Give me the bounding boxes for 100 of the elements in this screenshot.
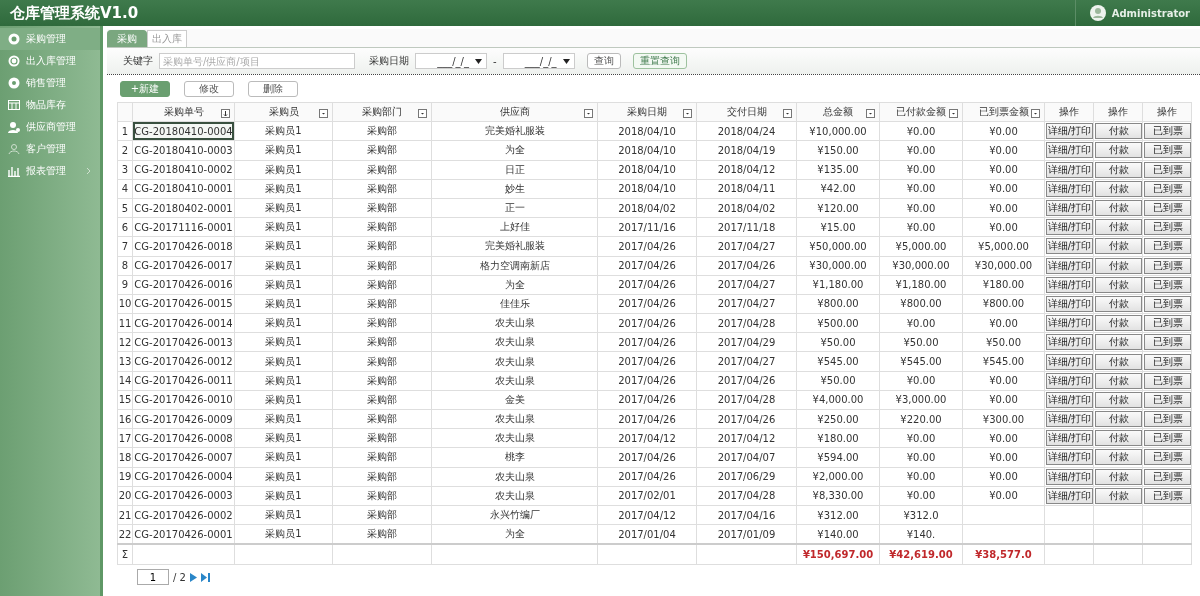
action-button[interactable]: 详细/打印 [1046, 468, 1093, 485]
table-cell: ¥545.00 [962, 351, 1045, 372]
column-header[interactable]: 采购单号 [132, 102, 235, 122]
action-button[interactable]: 已到票 [1144, 411, 1191, 428]
action-button[interactable]: 已到票 [1144, 487, 1191, 504]
action-button[interactable]: 详细/打印 [1046, 295, 1093, 312]
row-number: 4 [117, 179, 133, 199]
filter-icon [783, 109, 792, 119]
next-page-button[interactable] [189, 572, 197, 582]
action-button[interactable]: 详细/打印 [1046, 449, 1093, 466]
table-cell: 日正 [431, 160, 598, 180]
action-button[interactable]: 详细/打印 [1046, 487, 1093, 504]
action-button[interactable]: 付款 [1095, 353, 1142, 370]
action-button[interactable]: 付款 [1095, 123, 1142, 140]
action-button[interactable]: 已到票 [1144, 372, 1191, 389]
action-button[interactable]: 付款 [1095, 372, 1142, 389]
action-button[interactable]: 已到票 [1144, 219, 1191, 236]
action-button[interactable]: 详细/打印 [1046, 142, 1093, 159]
table-cell: ¥180.00 [796, 428, 880, 448]
table-cell: ¥1,180.00 [796, 275, 880, 295]
action-button[interactable]: 付款 [1095, 161, 1142, 178]
action-button[interactable]: 付款 [1095, 468, 1142, 485]
action-button[interactable]: 详细/打印 [1046, 315, 1093, 332]
action-button[interactable]: 已到票 [1144, 315, 1191, 332]
action-button[interactable]: 详细/打印 [1046, 219, 1093, 236]
table-cell: ¥0.00 [879, 428, 963, 448]
table-cell: 采购部 [332, 371, 432, 391]
action-button[interactable]: 详细/打印 [1046, 411, 1093, 428]
table-cell: ¥545.00 [796, 351, 880, 372]
action-button[interactable]: 详细/打印 [1046, 372, 1093, 389]
action-button[interactable]: 详细/打印 [1046, 238, 1093, 255]
action-button[interactable]: 详细/打印 [1046, 430, 1093, 447]
column-header[interactable]: 操作 [1044, 102, 1094, 122]
table-cell: 采购员1 [234, 256, 333, 276]
action-button[interactable]: 详细/打印 [1046, 353, 1093, 370]
action-button[interactable]: 详细/打印 [1046, 391, 1093, 408]
action-button[interactable]: 已到票 [1144, 353, 1191, 370]
action-button[interactable]: 付款 [1095, 487, 1142, 504]
circle-icon [8, 77, 20, 89]
action-button[interactable]: 详细/打印 [1046, 334, 1093, 351]
action-button[interactable]: 付款 [1095, 391, 1142, 408]
user-name[interactable]: Administrator [1111, 7, 1190, 19]
action-button[interactable]: 付款 [1095, 142, 1142, 159]
column-header[interactable]: 总金额 [796, 102, 880, 122]
search-button[interactable]: 查询 [586, 53, 621, 69]
table-cell: 2017/04/26 [597, 313, 697, 333]
last-page-button[interactable] [200, 572, 210, 582]
action-button[interactable]: 付款 [1095, 430, 1142, 447]
action-button[interactable]: 详细/打印 [1046, 200, 1093, 217]
action-button[interactable]: 已到票 [1144, 142, 1191, 159]
column-header[interactable]: 采购部门 [332, 102, 432, 122]
column-header[interactable]: 操作 [1142, 102, 1192, 122]
column-header[interactable]: 采购员 [234, 102, 333, 122]
action-button[interactable]: 付款 [1095, 411, 1142, 428]
action-button[interactable]: 已到票 [1144, 200, 1191, 217]
action-button[interactable]: 已到票 [1144, 180, 1191, 197]
action-button[interactable]: 付款 [1095, 257, 1142, 274]
column-header[interactable]: 已付款金额 [879, 102, 963, 122]
filter-icon [949, 109, 958, 119]
date-field[interactable]: ___/_/_ [415, 53, 487, 69]
action-button[interactable]: 付款 [1095, 449, 1142, 466]
action-button[interactable]: 已到票 [1144, 334, 1191, 351]
action-button[interactable]: 已到票 [1144, 391, 1191, 408]
action-button[interactable]: 付款 [1095, 219, 1142, 236]
column-header[interactable]: 供应商 [431, 102, 598, 122]
action-button[interactable]: 已到票 [1144, 276, 1191, 293]
table-cell: CG-20171116-0001 [132, 217, 235, 237]
action-button[interactable]: 详细/打印 [1046, 257, 1093, 274]
reset-button[interactable]: 重置查询 [632, 53, 687, 69]
toolbar-button[interactable]: 删除 [248, 81, 298, 97]
action-button[interactable]: 付款 [1095, 276, 1142, 293]
keyword-field[interactable]: 采购单号/供应商/项目 [159, 53, 355, 69]
date-field[interactable]: ___/_/_ [502, 53, 575, 69]
column-header[interactable]: 已到票金额 [962, 102, 1045, 122]
action-button[interactable]: 详细/打印 [1046, 180, 1093, 197]
action-button[interactable]: 已到票 [1144, 123, 1191, 140]
action-button[interactable]: 已到票 [1144, 295, 1191, 312]
page-field[interactable]: 1 [137, 569, 169, 586]
table-cell: 采购部 [332, 275, 432, 295]
action-button[interactable]: 已到票 [1144, 468, 1191, 485]
table-cell: CG-20170426-0017 [132, 256, 235, 276]
action-button[interactable]: 付款 [1095, 315, 1142, 332]
action-button[interactable]: 已到票 [1144, 449, 1191, 466]
action-button[interactable]: 付款 [1095, 295, 1142, 312]
action-button[interactable]: 已到票 [1144, 430, 1191, 447]
column-header[interactable]: 操作 [1093, 102, 1143, 122]
action-button[interactable]: 已到票 [1144, 257, 1191, 274]
action-button[interactable]: 付款 [1095, 334, 1142, 351]
column-header[interactable]: 采购日期 [597, 102, 697, 122]
column-header[interactable]: 交付日期 [696, 102, 797, 122]
action-button[interactable]: 已到票 [1144, 161, 1191, 178]
action-button[interactable]: 付款 [1095, 180, 1142, 197]
action-button[interactable]: 详细/打印 [1046, 276, 1093, 293]
action-button[interactable]: 付款 [1095, 200, 1142, 217]
action-button[interactable]: 已到票 [1144, 238, 1191, 255]
action-button[interactable]: 付款 [1095, 238, 1142, 255]
toolbar-button[interactable]: 修改 [184, 81, 234, 97]
table-cell: 正一 [431, 198, 598, 218]
action-button[interactable]: 详细/打印 [1046, 123, 1093, 140]
action-button[interactable]: 详细/打印 [1046, 161, 1093, 178]
